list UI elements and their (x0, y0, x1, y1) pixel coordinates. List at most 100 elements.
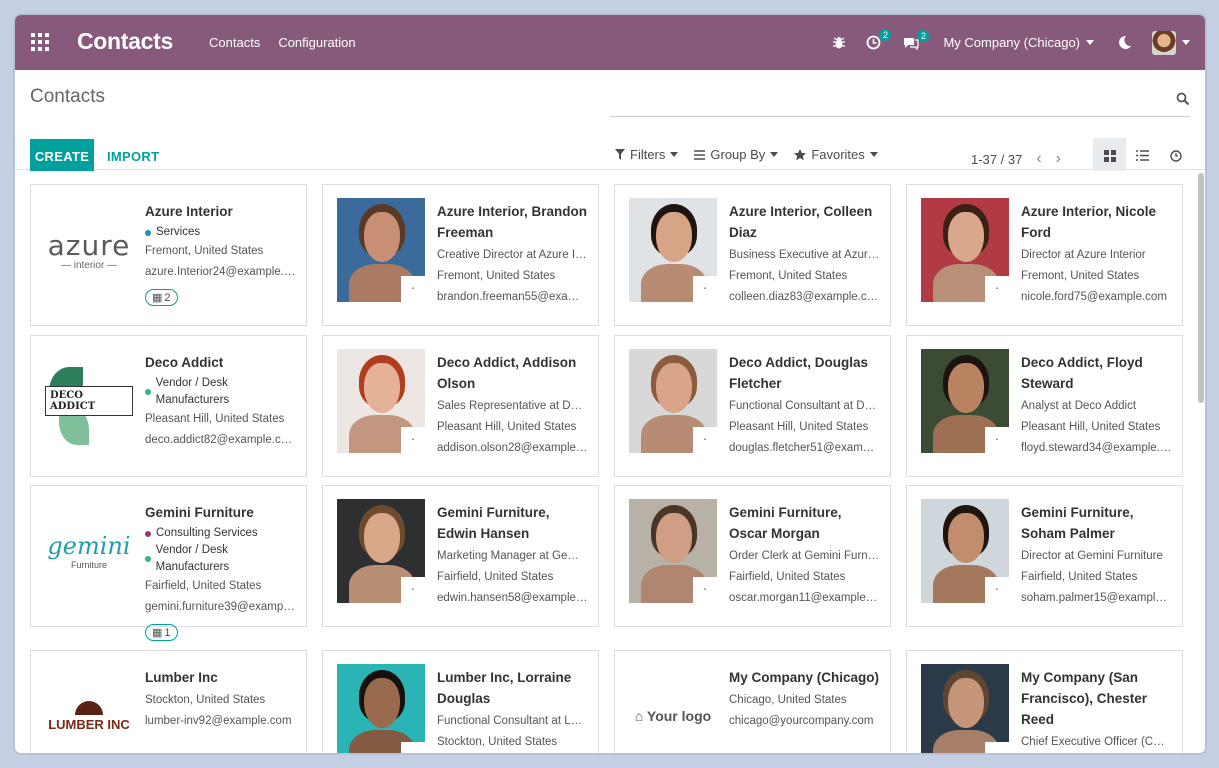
contact-name: My Company (Chicago) (729, 670, 880, 685)
company-logo: gemini Furniture (45, 499, 133, 603)
list-view-button[interactable] (1126, 138, 1159, 173)
photo-face (948, 212, 984, 262)
company-logo: ⌂ Your logo (629, 664, 717, 753)
photo-face (364, 212, 400, 262)
contact-card[interactable]: ▪ Deco Addict, Floyd Steward Analyst at De… (906, 335, 1183, 477)
contact-detail-line: soham.palmer15@example.co... (1021, 592, 1172, 604)
app-title: Contacts (77, 28, 174, 54)
favorites-dropdown[interactable]: Favorites (794, 147, 878, 162)
photo-face (364, 363, 400, 413)
chevron-right-icon[interactable]: › (1056, 150, 1061, 168)
contact-card[interactable]: ▪ Lumber Inc, Lorraine Douglas Functional … (322, 650, 599, 753)
tag-color-dot (145, 229, 151, 236)
company-logo: LUMBER INC (45, 664, 133, 753)
contact-detail-line: nicole.ford75@example.com (1021, 291, 1167, 303)
search-icon[interactable] (1176, 92, 1190, 106)
contact-info: Deco Addict, Addison Olson Sales Represen… (437, 352, 588, 459)
menu-item-contacts[interactable]: Contacts (209, 35, 260, 50)
company-mini-logo: ▪ (985, 427, 1009, 453)
activity-badge[interactable]: ▦ 1 (145, 624, 178, 641)
contact-detail-line: Pleasant Hill, United States (437, 421, 577, 433)
contact-info: Deco Addict, Floyd Steward Analyst at Dec… (1021, 352, 1172, 459)
logo-wordmark: ⌂ Your logo (634, 708, 712, 724)
debug-icon[interactable] (829, 36, 849, 50)
contact-info: Deco Addict, Douglas Fletcher Functional … (729, 352, 880, 459)
groupby-icon (694, 149, 706, 160)
contact-card[interactable]: DECO ADDICT Deco Addict Vendor / Desk Manu… (30, 335, 307, 477)
contact-name: Gemini Furniture, Soham Palmer (1021, 505, 1134, 541)
contact-card[interactable]: ▪ Azure Interior, Colleen Diaz Business Ex… (614, 184, 891, 326)
company-switcher[interactable]: My Company (Chicago) (943, 35, 1094, 50)
contact-detail-line: Fremont, United States (145, 245, 264, 257)
kanban-view: azure — interior — Azure Interior Services F… (15, 171, 1205, 753)
contact-detail-line: Functional Consultant at Deco Ad... (729, 400, 880, 412)
messaging-icon[interactable]: 2 (901, 29, 930, 50)
contact-detail-line: Creative Director at Azure Interior (437, 249, 588, 261)
contact-tag: Vendor / Desk Manufacturers (145, 375, 296, 409)
menu-item-configuration[interactable]: Configuration (278, 35, 355, 50)
activity-badge[interactable]: ▦ 2 (145, 289, 178, 306)
contact-detail-line: Stockton, United States (437, 736, 558, 748)
search-options: Filters Group By Favorites (615, 147, 878, 162)
contact-tag: Consulting Services (145, 525, 296, 542)
contact-card[interactable]: ⌂ Your logo My Company (Chicago) Chicago, … (614, 650, 891, 753)
contact-detail-line: Chief Executive Officer (CEO) at ... (1021, 736, 1172, 748)
contact-detail-line: lumber-inv92@example.com (145, 715, 292, 727)
create-button[interactable]: CREATE (30, 139, 94, 174)
contact-card[interactable]: ▪ My Company (San Francisco), Chester Ree… (906, 650, 1183, 753)
contact-info: Azure Interior Services Fremont, United St… (145, 201, 296, 306)
contact-photo: ▪ (629, 499, 717, 603)
app-menu-icon[interactable] (31, 33, 49, 51)
user-avatar (1152, 30, 1176, 55)
company-mini-logo: ▪ (693, 577, 717, 603)
pager-value[interactable]: 1-37 / 37 (971, 152, 1022, 167)
contact-detail-line: oscar.morgan11@example.com (729, 592, 880, 604)
contact-photo: ▪ (337, 198, 425, 302)
activities-icon[interactable]: 2 (863, 29, 892, 50)
activity-view-button[interactable] (1159, 138, 1192, 173)
kanban-view-button[interactable] (1093, 138, 1126, 173)
contact-image: ⌂ Your logo (629, 664, 717, 753)
contact-image: LUMBER INC (45, 664, 133, 753)
breadcrumb: Contacts (30, 86, 105, 107)
dark-mode-icon[interactable] (1114, 35, 1134, 50)
contact-card[interactable]: ▪ Deco Addict, Addison Olson Sales Represe… (322, 335, 599, 477)
chevron-left-icon[interactable]: ‹ (1036, 150, 1041, 168)
contact-card[interactable]: ▪ Deco Addict, Douglas Fletcher Functional… (614, 335, 891, 477)
company-mini-logo: ▪ (401, 742, 425, 753)
contact-card[interactable]: LUMBER INC Lumber Inc Stockton, United Sta… (30, 650, 307, 753)
contact-detail-line: Marketing Manager at Gemini Fur... (437, 550, 588, 562)
contact-info: Azure Interior, Nicole Ford Director at A… (1021, 201, 1172, 308)
contact-detail-line: Fairfield, United States (1021, 571, 1138, 583)
scrollbar[interactable] (1198, 173, 1204, 403)
user-menu[interactable] (1152, 30, 1190, 55)
contact-card[interactable]: ▪ Azure Interior, Nicole Ford Director at … (906, 184, 1183, 326)
filters-dropdown[interactable]: Filters (615, 147, 679, 162)
contact-name: Azure Interior, Brandon Freeman (437, 204, 588, 240)
contact-detail-line: Pleasant Hill, United States (145, 413, 285, 425)
company-mini-logo: ▪ (985, 276, 1009, 302)
import-button[interactable]: IMPORT (107, 149, 159, 164)
contact-detail-line: Analyst at Deco Addict (1021, 400, 1137, 412)
contact-detail-line: Fremont, United States (437, 270, 556, 282)
contact-card[interactable]: gemini Furniture Gemini Furniture Consultin… (30, 485, 307, 641)
groupby-dropdown[interactable]: Group By (694, 147, 779, 162)
contact-card[interactable]: ▪ Gemini Furniture, Soham Palmer Director … (906, 485, 1183, 627)
calendar-icon: ▦ (152, 627, 163, 639)
contact-detail-line: deco.addict82@example.com (145, 434, 296, 446)
contact-info: Gemini Furniture, Oscar Morgan Order Cler… (729, 502, 880, 609)
saw-blade-icon (75, 700, 103, 715)
company-mini-logo: ▪ (401, 276, 425, 302)
list-icon (1136, 150, 1149, 161)
contact-card[interactable]: ▪ Gemini Furniture, Edwin Hansen Marketing… (322, 485, 599, 627)
contact-detail-line: gemini.furniture39@example.c... (145, 601, 296, 613)
contact-card[interactable]: azure — interior — Azure Interior Services F… (30, 184, 307, 326)
contact-name: Azure Interior, Nicole Ford (1021, 204, 1157, 240)
contact-detail-line: azure.Interior24@example.com (145, 266, 296, 278)
tag-color-dot (145, 389, 151, 395)
contact-card[interactable]: ▪ Azure Interior, Brandon Freeman Creative… (322, 184, 599, 326)
contact-card[interactable]: ▪ Gemini Furniture, Oscar Morgan Order Cle… (614, 485, 891, 627)
filters-label: Filters (630, 147, 666, 162)
search-input[interactable] (610, 116, 1190, 117)
contact-name: Deco Addict, Douglas Fletcher (729, 355, 869, 391)
